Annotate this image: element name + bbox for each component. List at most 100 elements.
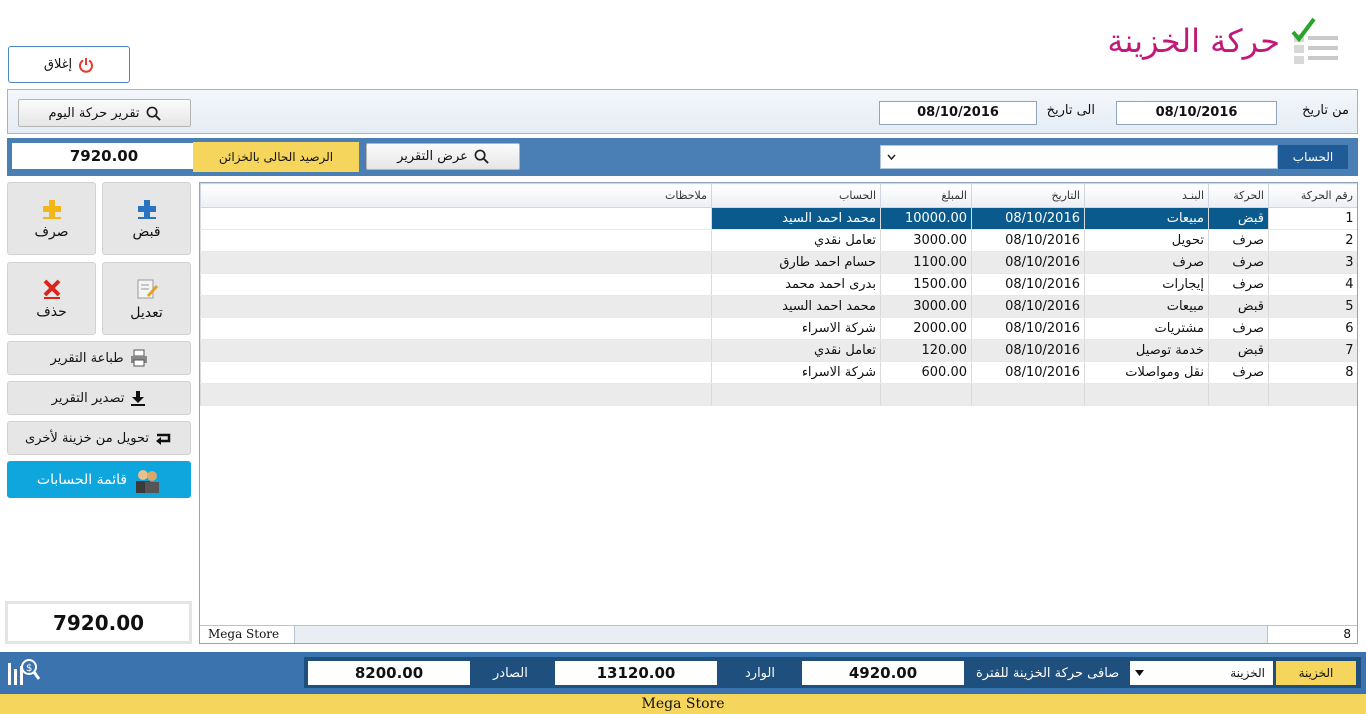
export-report-label: تصدير التقرير [51,390,125,406]
cell-account: محمد احمد السيد [711,207,881,230]
cell-item: إيجارات [1084,273,1209,296]
cell-number: 2 [1268,229,1357,252]
header-item[interactable]: البنـد [1084,183,1209,208]
dropdown-arrow-icon [1135,670,1144,676]
cell-empty [971,383,1085,406]
receive-button[interactable]: قبض [102,182,191,255]
treasury-select-value: الخزينة [1230,666,1265,680]
outgoing-value: 8200.00 [308,661,470,685]
download-icon [131,391,146,406]
delete-x-icon [43,279,60,299]
grid-footer-store: Mega Store [200,626,295,643]
cell-movement: قبض [1208,207,1269,230]
print-report-button[interactable]: طباعة التقرير [7,341,191,375]
transactions-table: رقم الحركة الحركة البنـد التاريخ المبلغ … [200,183,1357,406]
pay-button[interactable]: صرف [7,182,96,255]
cell-amount: 120.00 [880,339,972,362]
cell-amount: 1100.00 [880,251,972,274]
cell-movement: صرف [1208,317,1269,340]
table-header-row: رقم الحركة الحركة البنـد التاريخ المبلغ … [200,183,1357,208]
current-balance-label: الرصيد الحالى بالخزائن [193,142,359,172]
cell-date: 08/10/2016 [971,251,1085,274]
from-date-input[interactable]: 08/10/2016 [1116,101,1277,125]
cell-notes [200,251,712,274]
export-report-button[interactable]: تصدير التقرير [7,381,191,415]
chevron-down-icon [887,154,896,161]
pay-label: صرف [34,223,69,240]
cell-amount: 3000.00 [880,295,972,318]
edit-label: تعديل [130,304,163,321]
cell-date: 08/10/2016 [971,207,1085,230]
header-amount[interactable]: المبلغ [880,183,972,208]
transfer-treasury-button[interactable]: تحويل من خزينة لأخرى [7,421,191,455]
cell-number: 3 [1268,251,1357,274]
cell-item: نقل ومواصلات [1084,361,1209,384]
cell-notes [200,295,712,318]
edit-button[interactable]: تعديل [102,262,191,335]
header-notes[interactable]: ملاحظات [200,183,712,208]
cell-empty [1268,383,1357,406]
page-title: حركة الخزينة [1107,22,1280,60]
cell-number: 4 [1268,273,1357,296]
search-icon [474,149,489,164]
close-button-label: إغلاق [43,57,73,72]
cell-date: 08/10/2016 [971,361,1085,384]
header-movement[interactable]: الحركة [1208,183,1269,208]
cell-notes [200,361,712,384]
outgoing-label: الصادر [493,665,528,681]
account-select[interactable] [880,145,1278,169]
table-row[interactable]: 4 صرف إيجارات 08/10/2016 1500.00 بدرى اح… [200,273,1357,296]
report-chart-icon: $ [8,659,40,685]
incoming-value: 13120.00 [555,661,717,685]
plus-yellow-icon [42,199,61,219]
svg-text:$: $ [26,663,32,674]
cell-account: تعامل نقدي [711,229,881,252]
transactions-grid: رقم الحركة الحركة البنـد التاريخ المبلغ … [199,182,1358,644]
net-value: 4920.00 [802,661,964,685]
receive-label: قبض [132,223,161,240]
to-date-input[interactable]: 08/10/2016 [879,101,1037,125]
table-new-row[interactable] [200,383,1357,406]
summary-panel: 8200.00 الصادر 13120.00 الوارد 4920.00 ص… [304,657,1361,688]
header-transaction-number[interactable]: رقم الحركة [1268,183,1357,208]
cell-item: مبيعات [1084,295,1209,318]
printer-icon [130,349,147,367]
cell-empty [200,383,712,406]
cell-number: 5 [1268,295,1357,318]
today-report-button[interactable]: تقرير حركة اليوم [18,99,191,127]
delete-button[interactable]: حذف [7,262,96,335]
header-account[interactable]: الحساب [711,183,881,208]
cell-date: 08/10/2016 [971,273,1085,296]
header-date[interactable]: التاريخ [971,183,1085,208]
cell-number: 8 [1268,361,1357,384]
transfer-treasury-label: تحويل من خزينة لأخرى [25,430,149,446]
table-row[interactable]: 8 صرف نقل ومواصلات 08/10/2016 600.00 شرك… [200,361,1357,384]
cell-notes [200,229,712,252]
cell-date: 08/10/2016 [971,295,1085,318]
show-report-button[interactable]: عرض التقرير [366,143,520,170]
table-row[interactable]: 2 صرف تحويل 08/10/2016 3000.00 تعامل نقد… [200,229,1357,252]
cell-amount: 2000.00 [880,317,972,340]
table-row[interactable]: 1 قبض مبيعات 08/10/2016 10000.00 محمد اح… [200,207,1357,230]
cell-movement: قبض [1208,339,1269,362]
cell-amount: 3000.00 [880,229,972,252]
cell-amount: 600.00 [880,361,972,384]
total-value-box: 7920.00 [5,601,192,644]
cell-number: 1 [1268,207,1357,230]
cell-item: صرف [1084,251,1209,274]
accounts-list-button[interactable]: قائمة الحسابات [7,461,191,498]
cell-movement: صرف [1208,229,1269,252]
account-bar: 7920.00 الرصيد الحالى بالخزائن عرض التقر… [7,138,1358,176]
table-row[interactable]: 7 قبض خدمة توصيل 08/10/2016 120.00 تعامل… [200,339,1357,362]
cell-empty [1208,383,1269,406]
table-row[interactable]: 6 صرف مشتريات 08/10/2016 2000.00 شركة ال… [200,317,1357,340]
table-row[interactable]: 3 صرف صرف 08/10/2016 1100.00 حسام احمد ط… [200,251,1357,274]
cell-account: محمد احمد السيد [711,295,881,318]
cell-movement: صرف [1208,361,1269,384]
treasury-select[interactable]: الخزينة [1130,661,1273,685]
table-row[interactable]: 5 قبض مبيعات 08/10/2016 3000.00 محمد احم… [200,295,1357,318]
close-button[interactable]: إغلاق [8,46,130,83]
cell-date: 08/10/2016 [971,339,1085,362]
cell-movement: صرف [1208,251,1269,274]
date-filter-bar: من تاريخ 08/10/2016 الى تاريخ 08/10/2016… [7,89,1358,134]
